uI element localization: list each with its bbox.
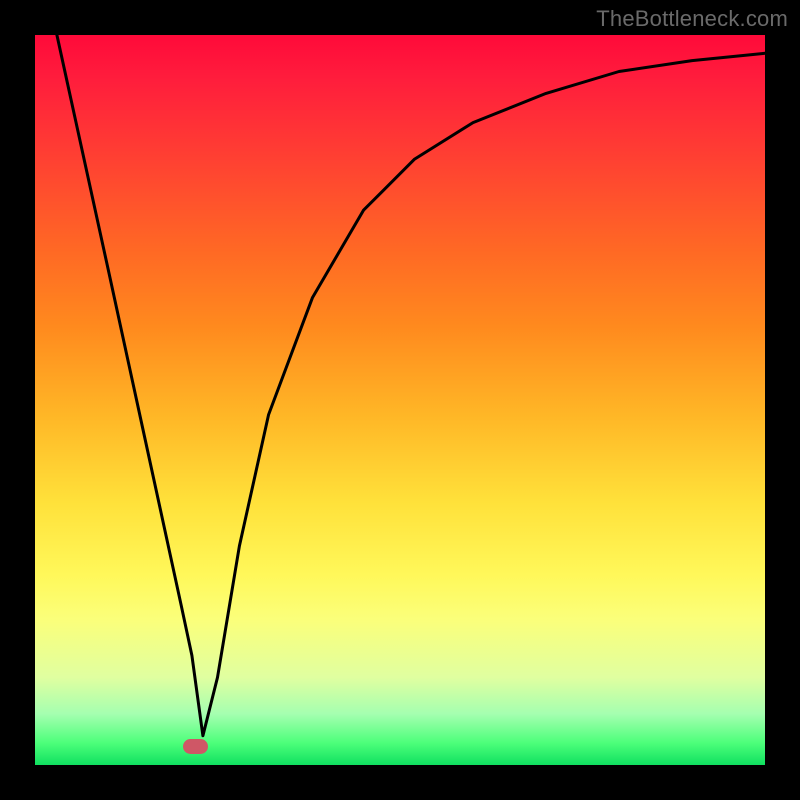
- curve-path: [57, 35, 765, 736]
- curve-svg: [35, 35, 765, 765]
- minimum-marker: [183, 739, 209, 754]
- watermark-text: TheBottleneck.com: [596, 6, 788, 32]
- chart-container: TheBottleneck.com: [0, 0, 800, 800]
- plot-area: [35, 35, 765, 765]
